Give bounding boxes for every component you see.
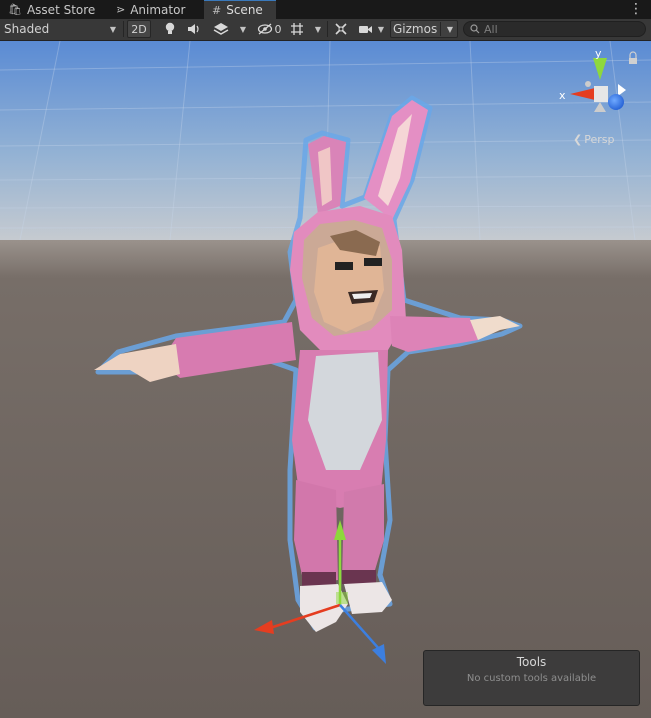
scene-render: y x — [0, 41, 651, 718]
animator-icon: ⋗ — [116, 3, 126, 16]
tab-scene[interactable]: # Scene — [204, 0, 276, 19]
camera-icon — [358, 25, 372, 33]
gizmo-x-label: x — [559, 89, 566, 102]
camera-dropdown[interactable]: ▼ — [374, 20, 388, 38]
draw-mode-value: Shaded — [4, 22, 50, 36]
search-placeholder: All — [484, 22, 498, 36]
gizmos-label: Gizmos — [393, 22, 438, 36]
scene-visibility-toggle[interactable]: 0 — [254, 20, 284, 38]
chevron-left-icon: ❮ — [573, 133, 583, 146]
toolbar-divider — [123, 21, 124, 37]
tools-overlay-panel[interactable]: Tools No custom tools available — [423, 650, 640, 706]
gizmo-z-cone[interactable] — [608, 94, 624, 110]
grid-hash-icon: # — [212, 3, 222, 17]
shopping-bag-icon: 🛍 — [8, 3, 22, 16]
audio-toggle-button[interactable] — [184, 20, 204, 38]
chevron-down-icon: ▼ — [239, 24, 247, 34]
grid-toggle-button[interactable] — [286, 20, 308, 38]
gizmo-neg-z-cone[interactable] — [585, 81, 591, 87]
toolbar-divider — [440, 22, 441, 36]
hidden-eye-icon — [257, 23, 272, 35]
editor-tab-bar: 🛍 Asset Store ⋗ Animator # Scene ⋮ — [0, 0, 651, 20]
move-plane-handle[interactable] — [336, 592, 348, 604]
layers-effects-icon — [213, 23, 229, 35]
effects-dropdown[interactable]: ▼ — [236, 20, 250, 38]
grid-icon — [291, 23, 303, 35]
gizmo-y-label: y — [595, 47, 602, 60]
hidden-object-count: 0 — [274, 22, 282, 36]
camera-settings-button[interactable] — [356, 20, 374, 38]
search-icon — [470, 24, 480, 34]
tab-scene-label: Scene — [226, 3, 263, 17]
scene-toolbar: Shaded ▼ 2D ▼ 0 ▼ ▼ Gizmos ▼ All — [0, 19, 651, 41]
draw-mode-dropdown[interactable]: Shaded ▼ — [0, 20, 122, 38]
toggle-2d-button[interactable]: 2D — [127, 20, 151, 38]
grid-dropdown[interactable]: ▼ — [311, 20, 325, 38]
chevron-down-icon: ▼ — [377, 24, 385, 34]
toggle-2d-label: 2D — [131, 22, 147, 36]
gizmo-center-cube[interactable] — [594, 86, 608, 102]
lightbulb-icon — [165, 22, 175, 34]
tab-asset-store-label: Asset Store — [26, 2, 96, 17]
tools-overlay-message: No custom tools available — [466, 673, 597, 684]
effects-toggle-button[interactable] — [208, 20, 234, 38]
tools-overlay-title: Tools — [516, 655, 547, 669]
toolbar-divider — [327, 21, 328, 37]
projection-toggle[interactable]: ❮ Persp — [573, 133, 614, 146]
component-tools-button[interactable] — [330, 20, 352, 38]
speaker-icon — [188, 24, 199, 34]
scene-viewport[interactable]: y x ❮ Persp Tools No custom tools availa… — [0, 41, 651, 718]
tab-animator-label: Animator — [130, 2, 186, 17]
gizmos-dropdown[interactable]: Gizmos ▼ — [390, 20, 458, 38]
lighting-toggle-button[interactable] — [160, 20, 180, 38]
tab-animator[interactable]: ⋗ Animator — [108, 0, 200, 19]
chevron-down-icon: ▼ — [314, 24, 322, 34]
window-menu-icon[interactable]: ⋮ — [629, 1, 643, 17]
chevron-down-icon: ▼ — [109, 24, 116, 34]
chevron-down-icon: ▼ — [446, 24, 453, 34]
projection-label: Persp — [584, 133, 615, 146]
tab-asset-store[interactable]: 🛍 Asset Store — [0, 0, 104, 19]
scene-search-field[interactable]: All — [463, 21, 646, 37]
tools-cross-icon — [335, 23, 347, 35]
